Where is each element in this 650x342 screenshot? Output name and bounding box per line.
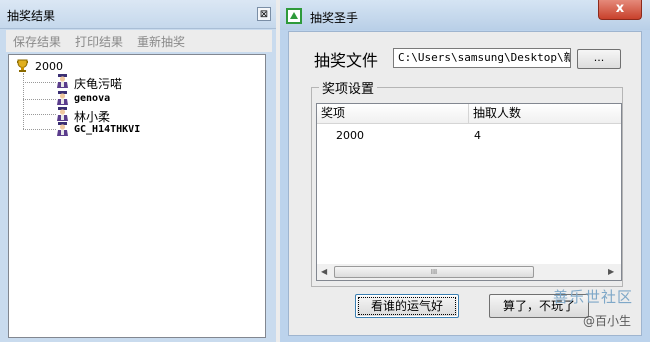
tree-child-label[interactable]: 庆龟污喏 bbox=[74, 75, 122, 92]
scroll-left-icon[interactable]: ◀ bbox=[321, 267, 327, 276]
column-header-count[interactable]: 抽取人数 bbox=[469, 104, 621, 124]
results-menu-bar: 保存结果 打印结果 重新抽奖 bbox=[6, 30, 272, 52]
file-label: 抽奖文件 bbox=[314, 51, 379, 70]
trophy-icon bbox=[17, 59, 28, 72]
tree-connector bbox=[23, 99, 56, 100]
prize-list[interactable]: 奖项 抽取人数 2000 4 ◀ III ▶ bbox=[316, 103, 622, 281]
tree-connector bbox=[23, 82, 56, 83]
tree-child-label[interactable]: genova bbox=[74, 93, 110, 104]
lottery-window-titlebar[interactable]: 抽奖圣手 x bbox=[280, 0, 650, 30]
browse-button[interactable]: ... bbox=[577, 49, 621, 69]
prize-settings-label: 奖项设置 bbox=[319, 78, 378, 97]
draw-button[interactable]: 看谁的运气好 bbox=[355, 294, 459, 318]
cell-prize: 2000 bbox=[336, 129, 364, 142]
person-icon bbox=[57, 122, 68, 136]
results-window: 抽奖结果 ⊠ 保存结果 打印结果 重新抽奖 2000 庆龟污喏 genova 林… bbox=[0, 0, 276, 342]
file-path-field[interactable]: C:\Users\samsung\Desktop\新建 bbox=[393, 48, 571, 68]
cell-count: 4 bbox=[474, 129, 481, 142]
results-tree[interactable]: 2000 庆龟污喏 genova 林小柔 GC_H14THKVI bbox=[8, 54, 266, 338]
tree-connector bbox=[23, 129, 56, 130]
results-window-titlebar[interactable]: 抽奖结果 ⊠ bbox=[0, 0, 276, 29]
watermark-text: 善乐世社区 bbox=[553, 288, 634, 306]
watermark-author: @百小生 bbox=[583, 314, 632, 328]
menu-redraw[interactable]: 重新抽奖 bbox=[137, 33, 185, 50]
menu-print-results[interactable]: 打印结果 bbox=[75, 33, 123, 50]
close-icon[interactable]: ⊠ bbox=[257, 7, 271, 21]
close-icon[interactable]: x bbox=[598, 0, 642, 20]
tree-child-label[interactable]: 林小柔 bbox=[74, 108, 110, 125]
person-icon bbox=[57, 91, 68, 105]
column-header-prize[interactable]: 奖项 bbox=[317, 104, 469, 124]
person-icon bbox=[57, 74, 68, 88]
scrollbar-thumb[interactable]: III bbox=[334, 266, 534, 278]
tree-connector bbox=[23, 114, 56, 115]
results-window-title: 抽奖结果 bbox=[7, 9, 56, 23]
person-icon bbox=[57, 107, 68, 121]
scroll-right-icon[interactable]: ▶ bbox=[608, 267, 614, 276]
lottery-window-title: 抽奖圣手 bbox=[310, 11, 359, 25]
tree-root-label[interactable]: 2000 bbox=[35, 60, 63, 73]
menu-save-results[interactable]: 保存结果 bbox=[13, 33, 61, 50]
horizontal-scrollbar[interactable]: ◀ III ▶ bbox=[317, 264, 621, 280]
app-icon bbox=[286, 8, 302, 24]
tree-child-label[interactable]: GC_H14THKVI bbox=[74, 124, 140, 135]
